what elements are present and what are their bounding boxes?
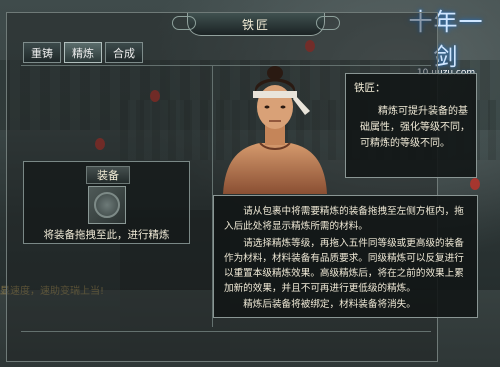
slot-placeholder-icon xyxy=(94,192,120,218)
equip-label: 装备 xyxy=(86,166,130,184)
divider-bottom xyxy=(21,331,431,332)
tab-bar: 重铸 精炼 合成 xyxy=(23,42,143,63)
tab-compose[interactable]: 合成 xyxy=(105,42,143,63)
instruction-paragraph: 精炼后装备将被绑定，材料装备将消失。 xyxy=(243,299,416,310)
instructions-box: 请从包裹中将需要精炼的装备拖拽至左侧方框内，拖入后此处将显示精炼所需的材料。 请… xyxy=(213,195,478,318)
equip-hint: 将装备拖拽至此，进行精炼 xyxy=(43,229,170,241)
blacksmith-portrait xyxy=(223,66,327,194)
npc-name: 铁匠： xyxy=(354,82,386,94)
npc-speech-text: 精炼可提升装备的基础属性，强化等级不同，可精炼的等级不同。 xyxy=(360,106,470,149)
equip-panel: 装备 将装备拖拽至此，进行精炼 xyxy=(23,161,190,244)
tab-refine[interactable]: 精炼 xyxy=(64,42,102,63)
window-titlebar: 铁匠 xyxy=(172,13,340,36)
tab-reforge[interactable]: 重铸 xyxy=(23,42,61,63)
window-title: 铁匠 xyxy=(241,17,270,32)
instruction-paragraph: 请从包裹中将需要精炼的装备拖拽至左侧方框内，拖入后此处将显示精炼所需的材料。 xyxy=(224,206,464,232)
lantern-icon xyxy=(470,178,480,190)
blacksmith-window: 铁匠 重铸 精炼 合成 装备 将装备拖拽至此，进行精炼 铁匠： 精炼可提升装备的… xyxy=(6,12,478,362)
instruction-paragraph: 请选择精炼等级，再拖入五件同等级或更高级的装备作为材料，材料装备有品质要求。同级… xyxy=(224,238,464,294)
equip-slot[interactable] xyxy=(88,186,126,224)
npc-speech-box: 铁匠： 精炼可提升装备的基础属性，强化等级不同，可精炼的等级不同。 xyxy=(345,73,477,178)
